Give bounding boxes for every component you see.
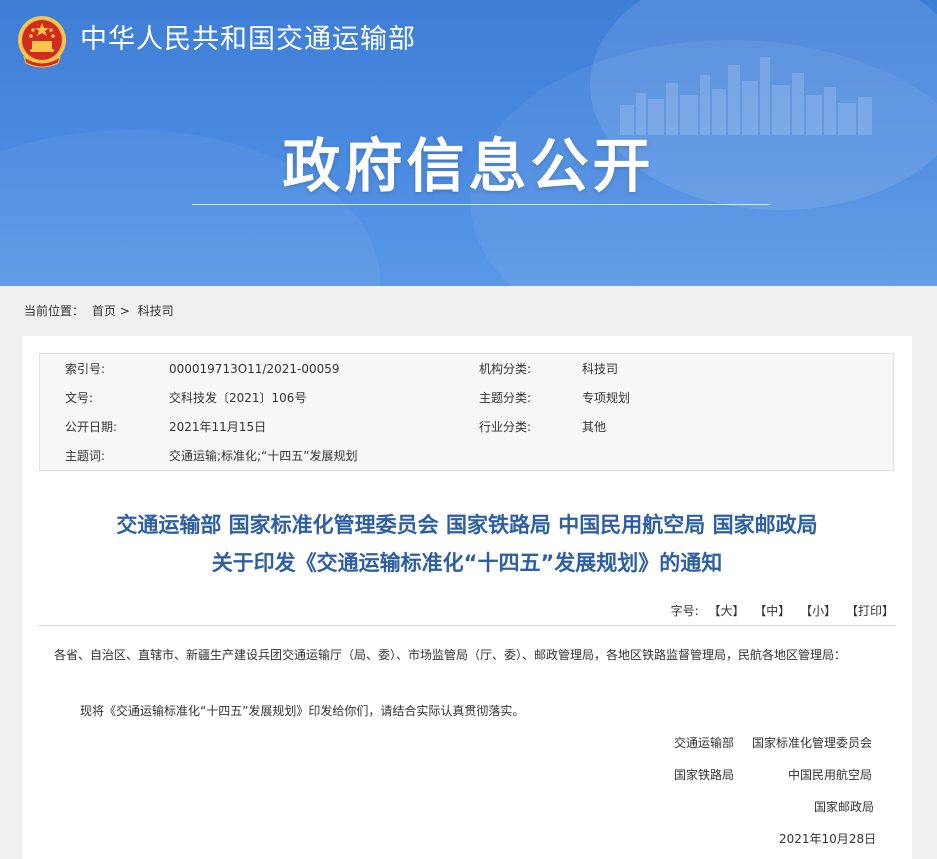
document-title-line: 关于印发《交通运输标准化“十四五”发展规划》的通知 [211,551,723,575]
font-small-button[interactable]: 【小】 [800,604,836,618]
divider [38,625,896,626]
metadata-table: 索引号: 000019713O11/2021-00059 机构分类: 科技司 文… [39,353,894,471]
meta-value: 000019713O11/2021-00059 [169,362,340,376]
national-emblem-icon [18,16,66,68]
print-button[interactable]: 【打印】 [846,604,894,618]
meta-label: 行业分类: [479,420,532,434]
breadcrumb-current-link[interactable]: 科技司 [138,304,174,318]
recipients-paragraph: 各省、自治区、直辖市、新疆生产建设兵团交通运输厅（局、委）、市场监管局（厅、委）… [54,648,847,662]
signed-date: 2021年10月28日 [779,832,877,846]
meta-label: 机构分类: [479,362,532,376]
meta-value: 2021年11月15日 [169,420,267,434]
meta-value: 其他 [582,420,607,434]
breadcrumb: 当前位置： 首页 > 科技司 [24,302,174,320]
breadcrumb-prefix: 当前位置： [24,304,85,318]
meta-value: 科技司 [582,362,619,376]
body-paragraph: 现将《交通运输标准化“十四五”发展规划》印发给你们，请结合实际认真贯彻落实。 [80,704,525,718]
meta-value: 交科技发〔2021〕106号 [169,391,307,405]
meta-label: 文号: [65,391,94,405]
document-title: 交通运输部 国家标准化管理委员会 国家铁路局 中国民用航空局 国家邮政局 关于印… [22,506,912,582]
meta-label: 公开日期: [65,420,118,434]
meta-label: 主题词: [65,449,106,463]
signatory: 国家标准化管理委员会 [752,736,873,750]
font-large-button[interactable]: 【大】 [708,604,744,618]
signatory: 国家邮政局 [814,800,875,814]
font-medium-button[interactable]: 【中】 [754,604,790,618]
signatory: 国家铁路局 [674,768,735,782]
ministry-name[interactable]: 中华人民共和国交通运输部 [80,22,416,58]
section-title: 政府信息公开 [282,132,655,200]
font-size-label: 字号: [670,604,699,618]
breadcrumb-separator: > [119,304,130,318]
meta-value: 交通运输;标准化;“十四五”发展规划 [169,449,358,463]
header-banner: 中华人民共和国交通运输部 政府信息公开 [0,0,937,286]
signatory: 中国民用航空局 [788,768,873,782]
document-title-line: 交通运输部 国家标准化管理委员会 国家铁路局 中国民用航空局 国家邮政局 [116,513,818,537]
font-size-toolbar: 字号: 【大】 【中】 【小】 【打印】 [671,602,894,620]
content-panel: 索引号: 000019713O11/2021-00059 机构分类: 科技司 文… [22,336,912,859]
meta-label: 索引号: [65,362,106,376]
title-underline [192,204,770,205]
city-skyline-icon [620,57,872,135]
signatory: 交通运输部 [674,736,735,750]
meta-value: 专项规划 [582,391,631,405]
breadcrumb-home-link[interactable]: 首页 [92,304,116,318]
meta-label: 主题分类: [479,391,532,405]
